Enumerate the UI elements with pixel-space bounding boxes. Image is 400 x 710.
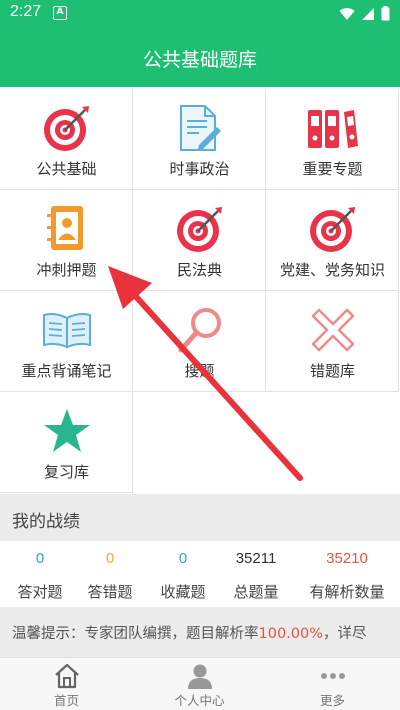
nav-label: 个人中心 bbox=[174, 693, 225, 708]
target-icon bbox=[133, 204, 266, 254]
contact-book-icon bbox=[0, 204, 133, 254]
title-bar: 公共基础题库 bbox=[0, 27, 400, 87]
stat-value: 0 bbox=[178, 550, 188, 567]
grid-item-label: 冲刺押题 bbox=[36, 261, 97, 279]
grid-item-sprint-questions[interactable]: 冲刺押题 bbox=[0, 190, 133, 291]
stat-value: 0 bbox=[105, 550, 115, 567]
target-icon bbox=[266, 204, 399, 254]
nav-profile[interactable]: 个人中心 bbox=[133, 658, 266, 710]
status-icons bbox=[339, 6, 390, 21]
grid-item-label: 错题库 bbox=[309, 362, 355, 380]
x-mark-icon bbox=[266, 305, 399, 355]
grid-item-public-basics[interactable]: 公共基础 bbox=[0, 89, 133, 190]
grid-item-label: 时事政治 bbox=[169, 160, 230, 178]
stat-label: 总题量 bbox=[233, 583, 279, 601]
nav-home[interactable]: 首页 bbox=[0, 658, 133, 710]
grid-item-search[interactable]: 搜题 bbox=[133, 291, 266, 392]
open-book-icon bbox=[0, 305, 133, 355]
wifi-icon bbox=[339, 7, 355, 20]
grid-item-label: 重点背诵笔记 bbox=[21, 362, 112, 380]
nav-label: 更多 bbox=[319, 693, 345, 708]
grid-item-label: 民法典 bbox=[176, 261, 222, 279]
stats-row: 0 答对题 0 答错题 0 收藏题 35211 总题量 35210 有解析数量 bbox=[0, 541, 400, 607]
grid-item-civil-code[interactable]: 民法典 bbox=[133, 190, 266, 291]
stat-with-analysis: 35210 有解析数量 bbox=[307, 541, 387, 607]
grid-item-label: 搜题 bbox=[184, 362, 215, 380]
bottom-nav: 首页 个人中心 更多 bbox=[0, 657, 400, 710]
grid-item-label: 复习库 bbox=[43, 463, 89, 481]
grid-item-label: 重要专题 bbox=[302, 160, 363, 178]
grid-item-label: 党建、党务知识 bbox=[279, 261, 385, 279]
target-icon bbox=[0, 103, 133, 153]
status-bar: 2:27 A bbox=[0, 0, 400, 27]
notice-suffix: ，详尽 bbox=[323, 626, 367, 642]
notice-rate: 100.00% bbox=[258, 626, 324, 642]
binders-icon bbox=[266, 103, 399, 153]
notice-text: 温馨提示：专家团队编撰，题目解析率100.00%，详尽 bbox=[12, 622, 367, 643]
notification-a-icon: A bbox=[53, 6, 67, 20]
stat-label: 有解析数量 bbox=[309, 583, 385, 601]
nav-label: 首页 bbox=[53, 693, 79, 708]
nav-more[interactable]: 更多 bbox=[266, 658, 399, 710]
battery-icon bbox=[381, 6, 390, 21]
star-icon bbox=[0, 406, 133, 456]
grid-item-wrong-questions[interactable]: 错题库 bbox=[266, 291, 399, 392]
grid-item-label: 公共基础 bbox=[36, 160, 97, 178]
signal-icon bbox=[362, 7, 374, 20]
grid-item-key-topics[interactable]: 重要专题 bbox=[266, 89, 399, 190]
grid-item-key-notes[interactable]: 重点背诵笔记 bbox=[0, 291, 133, 392]
stat-value: 0 bbox=[35, 550, 45, 567]
home-icon bbox=[0, 663, 133, 689]
stat-value: 35210 bbox=[326, 550, 368, 567]
stat-value: 35211 bbox=[235, 550, 277, 567]
stats-header: 我的战绩 bbox=[0, 494, 400, 541]
page-title: 公共基础题库 bbox=[142, 49, 257, 71]
grid-item-review[interactable]: 复习库 bbox=[0, 392, 133, 493]
notice-bar: 温馨提示：专家团队编撰，题目解析率100.00%，详尽 bbox=[0, 607, 400, 657]
more-dots-icon bbox=[266, 663, 399, 689]
grid-item-party-knowledge[interactable]: 党建、党务知识 bbox=[266, 190, 399, 291]
document-pen-icon bbox=[133, 103, 266, 153]
grid-item-current-affairs[interactable]: 时事政治 bbox=[133, 89, 266, 190]
stat-total: 35211 总题量 bbox=[216, 541, 296, 607]
notice-prefix: 温馨提示：专家团队编撰，题目解析率 bbox=[12, 626, 259, 642]
person-icon bbox=[133, 663, 266, 689]
status-time: 2:27 bbox=[10, 3, 42, 20]
stats-title: 我的战绩 bbox=[12, 512, 80, 532]
magnifier-icon bbox=[133, 305, 266, 355]
